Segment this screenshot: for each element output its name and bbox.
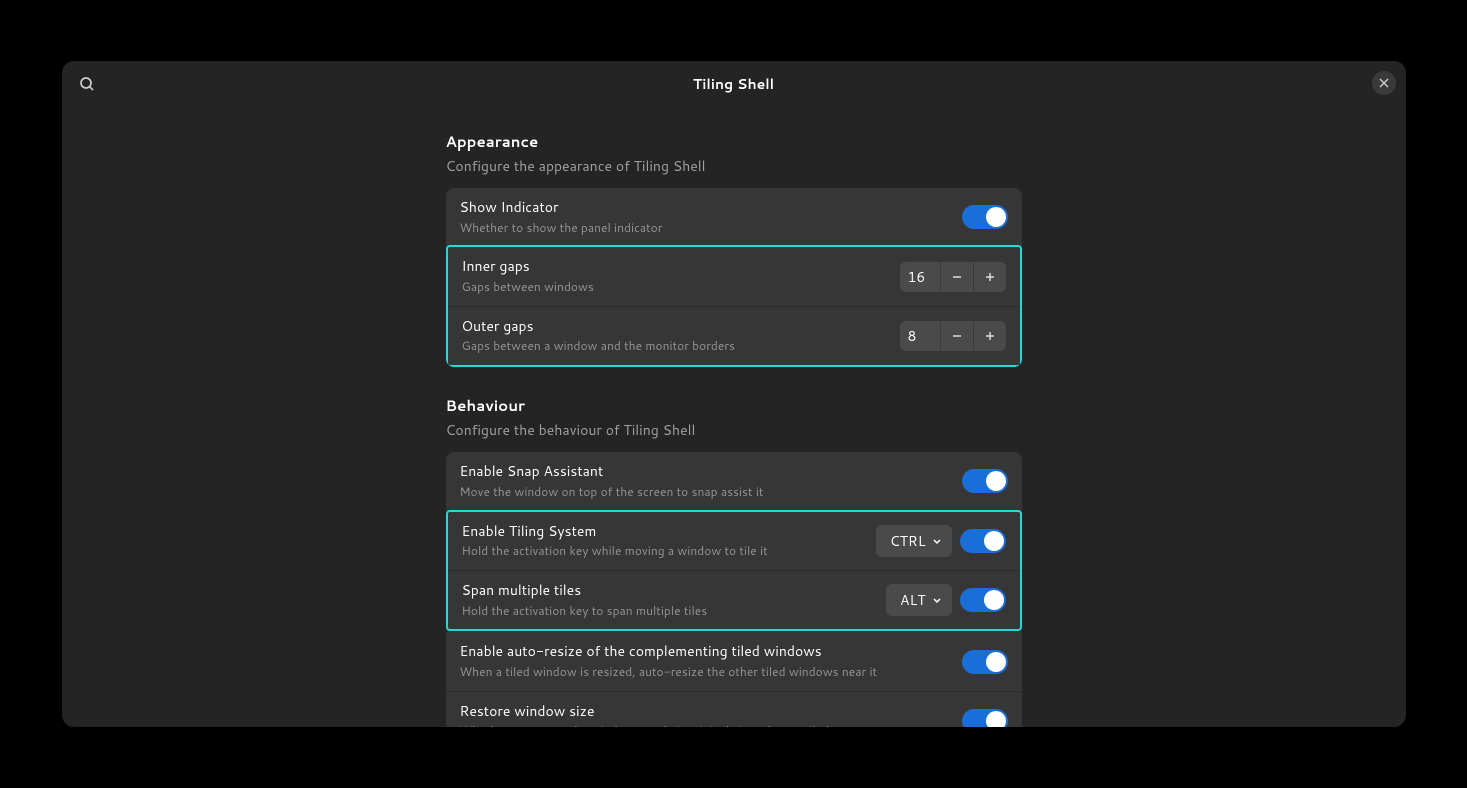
minus-icon [951, 330, 963, 342]
stepper-inner-gaps: 16 [900, 262, 1006, 292]
dropdown-label: CTRL [890, 531, 926, 551]
inner-gaps-decrement[interactable] [940, 262, 973, 292]
row-title: Enable auto-resize of the complementing … [460, 642, 962, 662]
row-sub: Whether to restore the windows to their … [460, 723, 962, 727]
dropdown-span-key[interactable]: ALT [886, 584, 951, 616]
row-sub: Gaps between windows [462, 279, 900, 296]
row-sub: When a tiled window is resized, auto-res… [460, 664, 962, 681]
row-title: Span multiple tiles [462, 581, 887, 601]
search-button[interactable] [76, 73, 98, 95]
row-outer-gaps: Outer gaps Gaps between a window and the… [448, 306, 1020, 365]
row-title: Outer gaps [462, 317, 900, 337]
plus-icon [984, 330, 996, 342]
row-sub: Hold the activation key to span multiple… [462, 603, 887, 620]
row-sub: Whether to show the panel indicator [460, 220, 962, 237]
plus-icon [984, 271, 996, 283]
row-show-indicator: Show Indicator Whether to show the panel… [446, 188, 1022, 246]
inner-gaps-increment[interactable] [973, 262, 1006, 292]
header-bar: Tiling Shell [62, 61, 1406, 107]
window-title: Tiling Shell [693, 74, 774, 94]
row-title: Enable Snap Assistant [460, 462, 962, 482]
row-text: Inner gaps Gaps between windows [462, 257, 900, 295]
toggle-auto-resize[interactable] [962, 650, 1008, 674]
row-text: Enable Tiling System Hold the activation… [462, 522, 876, 560]
row-title: Show Indicator [460, 198, 962, 218]
toggle-tiling-system[interactable] [960, 529, 1006, 553]
row-text: Show Indicator Whether to show the panel… [460, 198, 962, 236]
row-text: Enable Snap Assistant Move the window on… [460, 462, 962, 500]
row-span-tiles: Span multiple tiles Hold the activation … [448, 570, 1020, 629]
section-desc: Configure the appearance of Tiling Shell [446, 156, 1022, 176]
row-title: Inner gaps [462, 257, 900, 277]
stepper-outer-gaps: 8 [900, 321, 1006, 351]
highlight-gaps: Inner gaps Gaps between windows 16 [446, 245, 1022, 367]
row-text: Outer gaps Gaps between a window and the… [462, 317, 900, 355]
row-text: Restore window size Whether to restore t… [460, 702, 962, 727]
section-appearance: Appearance Configure the appearance of T… [446, 131, 1022, 367]
row-snap-assistant: Enable Snap Assistant Move the window on… [446, 452, 1022, 510]
toggle-show-indicator[interactable] [962, 205, 1008, 229]
search-icon [79, 76, 95, 92]
content-area: Appearance Configure the appearance of T… [62, 107, 1406, 727]
row-title: Restore window size [460, 702, 962, 722]
toggle-snap-assistant[interactable] [962, 469, 1008, 493]
inner-gaps-value[interactable]: 16 [900, 262, 940, 292]
row-text: Enable auto-resize of the complementing … [460, 642, 962, 680]
dropdown-label: ALT [900, 590, 925, 610]
dropdown-tiling-key[interactable]: CTRL [876, 525, 952, 557]
appearance-group: Show Indicator Whether to show the panel… [446, 188, 1022, 367]
highlight-tiling: Enable Tiling System Hold the activation… [446, 510, 1022, 632]
row-sub: Hold the activation key while moving a w… [462, 543, 876, 560]
chevron-down-icon [932, 595, 942, 605]
outer-gaps-decrement[interactable] [940, 321, 973, 351]
row-tiling-system: Enable Tiling System Hold the activation… [448, 512, 1020, 570]
row-title: Enable Tiling System [462, 522, 876, 542]
behaviour-group: Enable Snap Assistant Move the window on… [446, 452, 1022, 727]
section-title: Behaviour [446, 395, 1022, 416]
row-sub: Move the window on top of the screen to … [460, 484, 962, 501]
row-auto-resize: Enable auto-resize of the complementing … [446, 631, 1022, 690]
row-restore-size: Restore window size Whether to restore t… [446, 691, 1022, 727]
close-button[interactable] [1372, 71, 1396, 95]
chevron-down-icon [932, 536, 942, 546]
row-sub: Gaps between a window and the monitor bo… [462, 338, 900, 355]
section-desc: Configure the behaviour of Tiling Shell [446, 420, 1022, 440]
section-behaviour: Behaviour Configure the behaviour of Til… [446, 395, 1022, 727]
toggle-span-tiles[interactable] [960, 588, 1006, 612]
settings-window: Tiling Shell Appearance Configure the ap… [62, 61, 1406, 727]
row-text: Span multiple tiles Hold the activation … [462, 581, 887, 619]
toggle-restore-size[interactable] [962, 709, 1008, 727]
row-inner-gaps: Inner gaps Gaps between windows 16 [448, 247, 1020, 305]
outer-gaps-increment[interactable] [973, 321, 1006, 351]
minus-icon [951, 271, 963, 283]
outer-gaps-value[interactable]: 8 [900, 321, 940, 351]
section-title: Appearance [446, 131, 1022, 152]
close-icon [1379, 78, 1389, 88]
